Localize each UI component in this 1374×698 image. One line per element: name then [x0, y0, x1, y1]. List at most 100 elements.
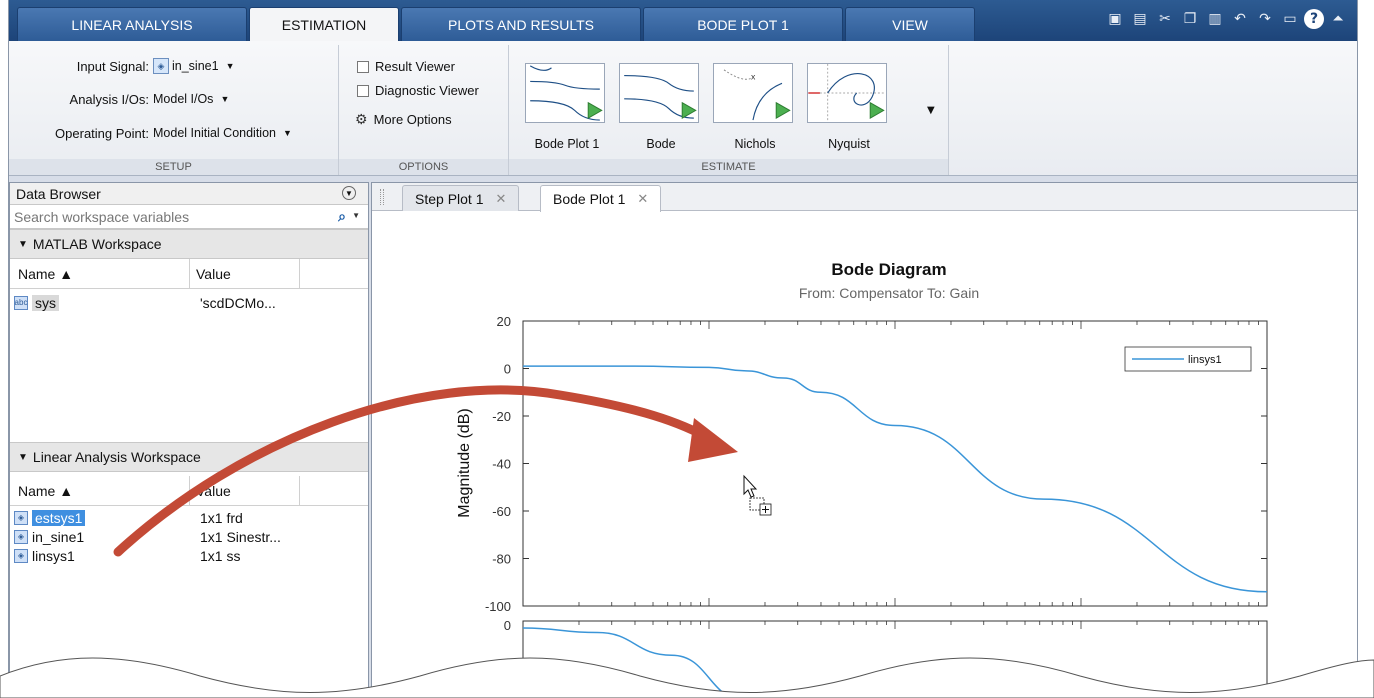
help-icon[interactable]: ? — [1304, 9, 1324, 29]
tab-bode-plot-1[interactable]: BODE PLOT 1 — [643, 7, 843, 41]
analysis-ios-value: Model I/Os — [153, 92, 214, 106]
column-header-value[interactable]: Value — [190, 476, 300, 505]
variable-value: 1x1 ss — [200, 547, 241, 564]
column-header-name[interactable]: Name ▲ — [10, 476, 190, 505]
linear-analysis-workspace-title: Linear Analysis Workspace — [32, 449, 201, 465]
doctab-bode-plot-1[interactable]: Bode Plot 1 ✕ — [540, 185, 662, 212]
matlab-workspace-table-header: Name ▲ Value — [10, 259, 368, 289]
chevron-down-icon[interactable]: ▼ — [352, 211, 360, 220]
nyquist-gallery-button[interactable]: Nyquist — [805, 57, 893, 153]
drag-grip-icon[interactable] — [380, 189, 384, 205]
options-group: Result Viewer Diagnostic Viewer ⚙ More O… — [339, 45, 509, 175]
bode-thumbnail-icon — [619, 63, 699, 123]
options-group-label: OPTIONS — [339, 159, 508, 175]
bode-plot-1-label: Bode Plot 1 — [534, 137, 600, 151]
diagnostic-viewer-label: Diagnostic Viewer — [375, 83, 479, 98]
search-icon[interactable]: ⌕ — [338, 208, 346, 225]
tab-view[interactable]: VIEW — [845, 7, 975, 41]
nichols-gallery-button[interactable]: x Nichols — [711, 57, 799, 153]
data-browser-panel: Data Browser ▼ Search workspace variable… — [9, 182, 369, 698]
gallery-expand-icon[interactable]: ▼ — [927, 105, 935, 116]
magnitude-tick-label: 0 — [504, 362, 511, 377]
chart-title: Bode Diagram — [831, 260, 946, 279]
input-signal-dropdown[interactable]: ◈ in_sine1 ▼ — [149, 57, 239, 75]
matlab-workspace-header[interactable]: ▼ MATLAB Workspace — [10, 229, 368, 259]
table-row[interactable]: ◈ linsys1 1x1 ss — [10, 546, 368, 565]
checkbox-icon — [357, 60, 369, 73]
phase-axes — [522, 620, 1268, 698]
quick-access-toolbar: ▣ ▤ ✂ ❐ ▥ ↶ ↷ ▭ ? ⏶ — [1104, 8, 1349, 34]
chevron-down-icon: ▼ — [283, 128, 292, 138]
sldlinearize-icon[interactable]: ▣ — [1104, 8, 1126, 30]
diagnostic-viewer-checkbox[interactable]: Diagnostic Viewer — [357, 83, 479, 98]
close-icon[interactable]: ✕ — [496, 191, 507, 207]
operating-point-dropdown[interactable]: Model Initial Condition ▼ — [149, 125, 296, 141]
data-browser-title-bar: Data Browser ▼ — [10, 183, 368, 205]
result-viewer-checkbox[interactable]: Result Viewer — [357, 59, 455, 74]
magnitude-tick-label: -40 — [492, 457, 511, 472]
setup-group: Input Signal: ◈ in_sine1 ▼ Analysis I/Os… — [9, 45, 339, 175]
tab-estimation[interactable]: ESTIMATION — [249, 7, 399, 42]
search-workspace-input[interactable]: Search workspace variables ⌕ ▼ — [10, 205, 368, 229]
table-row[interactable]: ◈ in_sine1 1x1 Sinestr... — [10, 527, 368, 546]
table-row[interactable]: ◈ estsys1 1x1 frd — [10, 508, 368, 527]
setup-group-label: SETUP — [9, 159, 338, 175]
matlab-workspace-title: MATLAB Workspace — [32, 236, 162, 252]
model-variable-icon: ◈ — [14, 529, 28, 544]
undo-icon[interactable]: ↶ — [1229, 8, 1251, 30]
matlab-workspace-blank — [10, 312, 368, 442]
bode-diagram: Bode Diagram From: Compensator To: Gain … — [456, 260, 1268, 698]
chevron-down-icon: ▼ — [220, 94, 230, 104]
gear-icon: ⚙ — [355, 111, 368, 127]
phase-tick-label: -45 — [492, 686, 511, 697]
copy-icon[interactable]: ❐ — [1179, 8, 1201, 30]
bode-thumbnail-icon — [525, 63, 605, 123]
toolstrip-tabbar: LINEAR ANALYSIS ESTIMATION PLOTS AND RES… — [9, 0, 1357, 42]
variable-value: 1x1 Sinestr... — [200, 528, 281, 545]
operating-point-label: Operating Point: — [55, 125, 149, 141]
bode-plot-1-gallery-button[interactable]: Bode Plot 1 — [523, 57, 611, 153]
tab-plots-and-results[interactable]: PLOTS AND RESULTS — [401, 7, 641, 41]
panel-menu-icon[interactable]: ▼ — [342, 186, 356, 200]
save-icon[interactable]: ▤ — [1129, 8, 1151, 30]
variable-name: estsys1 — [32, 509, 86, 526]
result-viewer-label: Result Viewer — [375, 59, 455, 74]
magnitude-tick-label: 20 — [497, 314, 511, 329]
variable-name: linsys1 — [32, 547, 75, 564]
magnitude-tick-label: -80 — [492, 552, 511, 567]
estimate-group: Bode Plot 1 Bode x Nichols Nyquist ▼ EST… — [509, 45, 949, 175]
legend[interactable]: linsys1 — [1124, 346, 1252, 372]
checkbox-icon — [357, 84, 369, 97]
more-options-label: More Options — [373, 112, 452, 127]
magnitude-tick-label: -20 — [492, 409, 511, 424]
svg-text:x: x — [751, 71, 756, 81]
linear-analysis-workspace-header[interactable]: ▼ Linear Analysis Workspace — [10, 442, 368, 472]
analysis-ios-label: Analysis I/Os: — [69, 91, 149, 107]
magnitude-tick-label: -60 — [492, 504, 511, 519]
more-options-button[interactable]: ⚙ More Options — [355, 111, 452, 128]
doctab-label: Bode Plot 1 — [553, 191, 626, 207]
model-variable-icon: ◈ — [14, 548, 28, 563]
column-header-name[interactable]: Name ▲ — [10, 259, 190, 288]
variable-value: 1x1 frd — [200, 509, 243, 526]
tab-linear-analysis[interactable]: LINEAR ANALYSIS — [17, 7, 247, 41]
window-icon[interactable]: ▭ — [1279, 8, 1301, 30]
y-axis-label: Magnitude (dB) — [456, 408, 473, 517]
collapse-icon[interactable]: ⏶ — [1327, 8, 1349, 30]
input-signal-value: in_sine1 — [172, 59, 219, 73]
search-placeholder: Search workspace variables — [14, 208, 190, 225]
linear-workspace-table-header: Name ▲ Value — [10, 476, 368, 506]
cut-icon[interactable]: ✂ — [1154, 8, 1176, 30]
redo-icon[interactable]: ↷ — [1254, 8, 1276, 30]
analysis-ios-dropdown[interactable]: Model I/Os ▼ — [149, 91, 233, 107]
paste-icon[interactable]: ▥ — [1204, 8, 1226, 30]
chart-subtitle: From: Compensator To: Gain — [799, 285, 979, 301]
close-icon[interactable]: ✕ — [637, 191, 648, 207]
column-header-value[interactable]: Value — [190, 259, 300, 288]
char-variable-icon: abc — [14, 295, 28, 310]
nyquist-thumbnail-icon — [807, 63, 887, 123]
ribbon: Input Signal: ◈ in_sine1 ▼ Analysis I/Os… — [9, 41, 1357, 176]
doctab-step-plot-1[interactable]: Step Plot 1 ✕ — [402, 185, 520, 211]
table-row[interactable]: abc sys 'scdDCMo... — [10, 293, 368, 312]
bode-gallery-button[interactable]: Bode — [617, 57, 705, 153]
